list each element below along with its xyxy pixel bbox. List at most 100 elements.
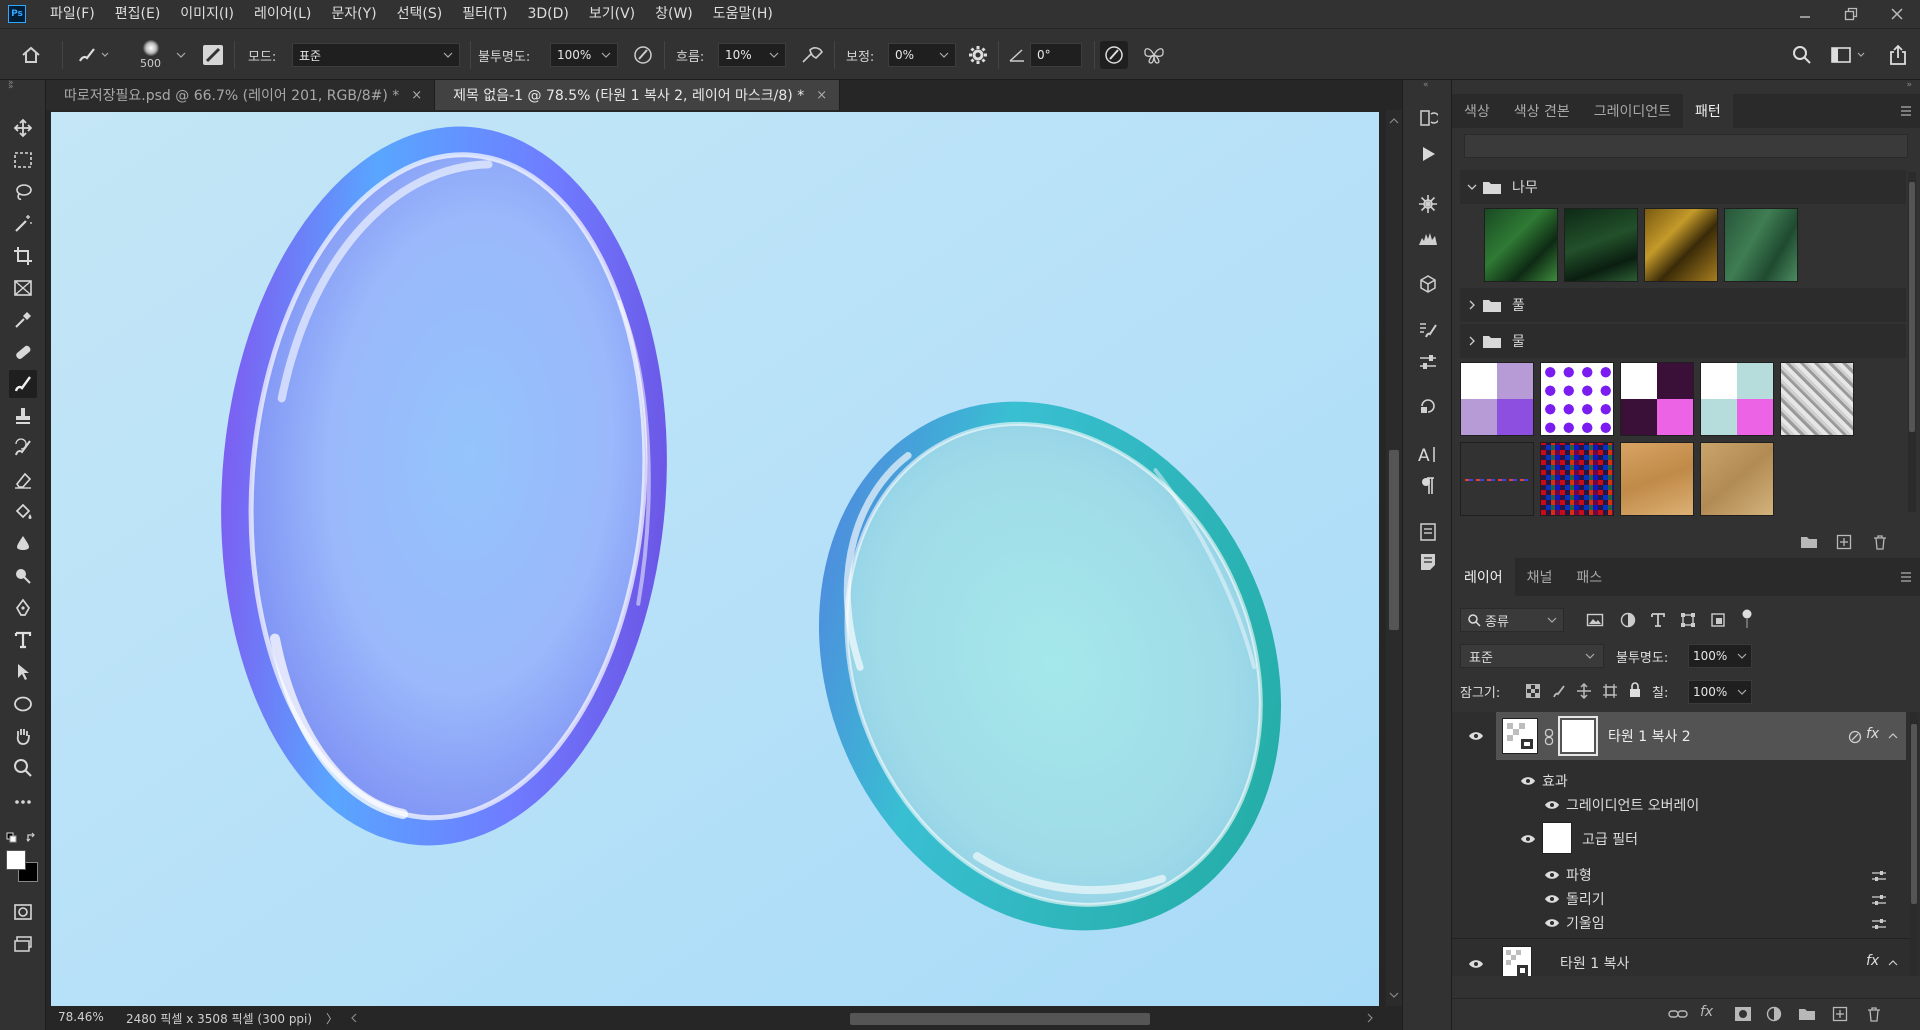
pattern-swatch-dashed-line[interactable]: [1460, 442, 1534, 516]
mask-link-icon[interactable]: [1544, 728, 1554, 746]
stamp-tool-icon[interactable]: [9, 402, 37, 430]
mode-select[interactable]: 표준: [292, 43, 460, 67]
filter-pixel-icon[interactable]: [1586, 612, 1604, 628]
pattern-swatch-trees-4[interactable]: [1724, 208, 1798, 282]
type-tool-icon[interactable]: [9, 626, 37, 654]
trash-icon[interactable]: [1872, 534, 1888, 550]
angle-input[interactable]: 0°: [1030, 43, 1082, 67]
tab-patterns[interactable]: 패턴: [1683, 94, 1733, 128]
filter-type-icon[interactable]: [1650, 612, 1666, 628]
pattern-swatch-trees-3[interactable]: [1644, 208, 1718, 282]
dodge-tool-icon[interactable]: [9, 562, 37, 590]
pattern-swatch-teal-pink-grid[interactable]: [1700, 362, 1774, 436]
close-tab-2-icon[interactable]: ×: [816, 88, 827, 103]
filter-shape-icon[interactable]: [1680, 612, 1696, 628]
scroll-down-icon[interactable]: [1386, 988, 1402, 1002]
smart-filter-mask-thumbnail[interactable]: [1542, 822, 1572, 854]
menu-type[interactable]: 문자(Y): [321, 0, 386, 28]
collapse-panels-icon[interactable]: »: [1906, 80, 1912, 90]
screen-mode-icon[interactable]: [9, 930, 37, 958]
layer-filter-select[interactable]: 종류: [1460, 608, 1564, 632]
hand-tool-icon[interactable]: [9, 722, 37, 750]
lasso-tool-icon[interactable]: [9, 178, 37, 206]
filter-twirl[interactable]: 돌리기: [1566, 889, 1605, 909]
paint-bucket-tool-icon[interactable]: [9, 498, 37, 526]
menu-window[interactable]: 창(W): [645, 0, 703, 28]
pattern-swatch-magenta-grid[interactable]: [1620, 362, 1694, 436]
new-group-folder-icon[interactable]: [1800, 534, 1818, 550]
new-pattern-icon[interactable]: [1836, 534, 1852, 550]
minimize-icon[interactable]: [1782, 0, 1828, 28]
tab-color[interactable]: 색상: [1452, 94, 1502, 128]
character-panel-icon[interactable]: A: [1414, 440, 1442, 468]
quick-mask-icon[interactable]: [9, 898, 37, 926]
more-tools-icon[interactable]: [9, 788, 37, 816]
tab-layers[interactable]: 레이어: [1452, 558, 1515, 596]
filter-adjustment-icon[interactable]: [1620, 612, 1636, 628]
layers-scroll-thumb[interactable]: [1911, 724, 1917, 904]
blur-tool-icon[interactable]: [9, 530, 37, 558]
layer-name-ellipse-copy[interactable]: 타원 1 복사: [1560, 953, 1629, 973]
lock-artboard-icon[interactable]: [1602, 683, 1618, 699]
pressure-size-icon[interactable]: [1100, 29, 1128, 81]
chevron-up-icon[interactable]: [1888, 959, 1898, 967]
chevron-up-icon[interactable]: [1888, 732, 1898, 740]
restore-icon[interactable]: [1828, 0, 1874, 28]
lock-transparent-pixels-icon[interactable]: [1526, 684, 1540, 698]
new-adjustment-layer-icon[interactable]: [1766, 1006, 1782, 1022]
airbrush-icon[interactable]: [800, 29, 826, 81]
foreground-color-swatch[interactable]: [6, 850, 26, 870]
history-panel-icon[interactable]: [1414, 104, 1442, 132]
healing-brush-tool-icon[interactable]: [9, 338, 37, 366]
gear-icon[interactable]: [968, 29, 988, 81]
layer-fill-input[interactable]: 100%: [1688, 680, 1752, 704]
add-mask-icon[interactable]: [1734, 1006, 1752, 1022]
swap-colors-icon[interactable]: [26, 832, 38, 844]
menu-3d[interactable]: 3D(D): [517, 0, 578, 28]
pattern-swatch-plaid[interactable]: [1540, 442, 1614, 516]
menu-image[interactable]: 이미지(I): [170, 0, 244, 28]
search-icon[interactable]: [1792, 29, 1812, 81]
crop-tool-icon[interactable]: [9, 242, 37, 270]
tab-channels[interactable]: 채널: [1515, 558, 1565, 596]
pattern-group-water[interactable]: 물: [1460, 324, 1906, 358]
layers-menu-icon[interactable]: [1900, 571, 1912, 583]
pattern-swatch-paper-tan[interactable]: [1620, 442, 1694, 516]
default-colors-icon[interactable]: [6, 832, 18, 844]
paragraph-panel-icon[interactable]: [1414, 472, 1442, 500]
properties-panel-icon[interactable]: [1414, 348, 1442, 376]
menu-filter[interactable]: 필터(T): [452, 0, 517, 28]
filter-toggle-icon[interactable]: [1740, 608, 1754, 630]
brush-size-caret-icon[interactable]: [176, 29, 186, 81]
ellipse-tool-icon[interactable]: [9, 690, 37, 718]
marquee-tool-icon[interactable]: [9, 146, 37, 174]
home-icon[interactable]: [20, 29, 42, 81]
brush-tool-icon[interactable]: [9, 370, 37, 398]
tab-gradients[interactable]: 그레이디언트: [1582, 94, 1683, 128]
eyedropper-tool-icon[interactable]: [9, 306, 37, 334]
document-tab-1[interactable]: 따로저장필요.psd @ 66.7% (레이어 201, RGB/8#) * ×: [46, 80, 436, 110]
menu-layer[interactable]: 레이어(L): [244, 0, 321, 28]
document-canvas[interactable]: [46, 110, 1386, 1006]
close-tab-1-icon[interactable]: ×: [411, 88, 422, 103]
close-window-icon[interactable]: [1874, 0, 1920, 28]
pattern-swatch-gray-noise[interactable]: [1780, 362, 1854, 436]
pressure-opacity-icon[interactable]: [632, 29, 654, 81]
move-tool-icon[interactable]: [9, 114, 37, 142]
pattern-swatch-trees-1[interactable]: [1484, 208, 1558, 282]
new-layer-icon[interactable]: [1832, 1006, 1848, 1022]
lock-position-icon[interactable]: [1576, 683, 1592, 699]
link-layers-icon[interactable]: [1668, 1007, 1688, 1021]
visibility-eye-icon[interactable]: [1520, 834, 1536, 844]
menu-view[interactable]: 보기(V): [579, 0, 645, 28]
brush-settings-icon[interactable]: [1414, 316, 1442, 344]
pattern-scroll-thumb[interactable]: [1909, 182, 1915, 432]
vertical-scrollbar[interactable]: [1386, 110, 1402, 1006]
add-layer-style-icon[interactable]: fx: [1700, 1004, 1713, 1020]
pattern-swatch-purple-dots[interactable]: [1540, 362, 1614, 436]
symmetry-butterfly-icon[interactable]: [1142, 29, 1166, 81]
magic-wand-tool-icon[interactable]: [9, 210, 37, 238]
brush-settings-panel-icon[interactable]: [202, 29, 224, 81]
filter-smart-object-icon[interactable]: [1710, 612, 1726, 628]
visibility-eye-icon[interactable]: [1544, 918, 1560, 928]
